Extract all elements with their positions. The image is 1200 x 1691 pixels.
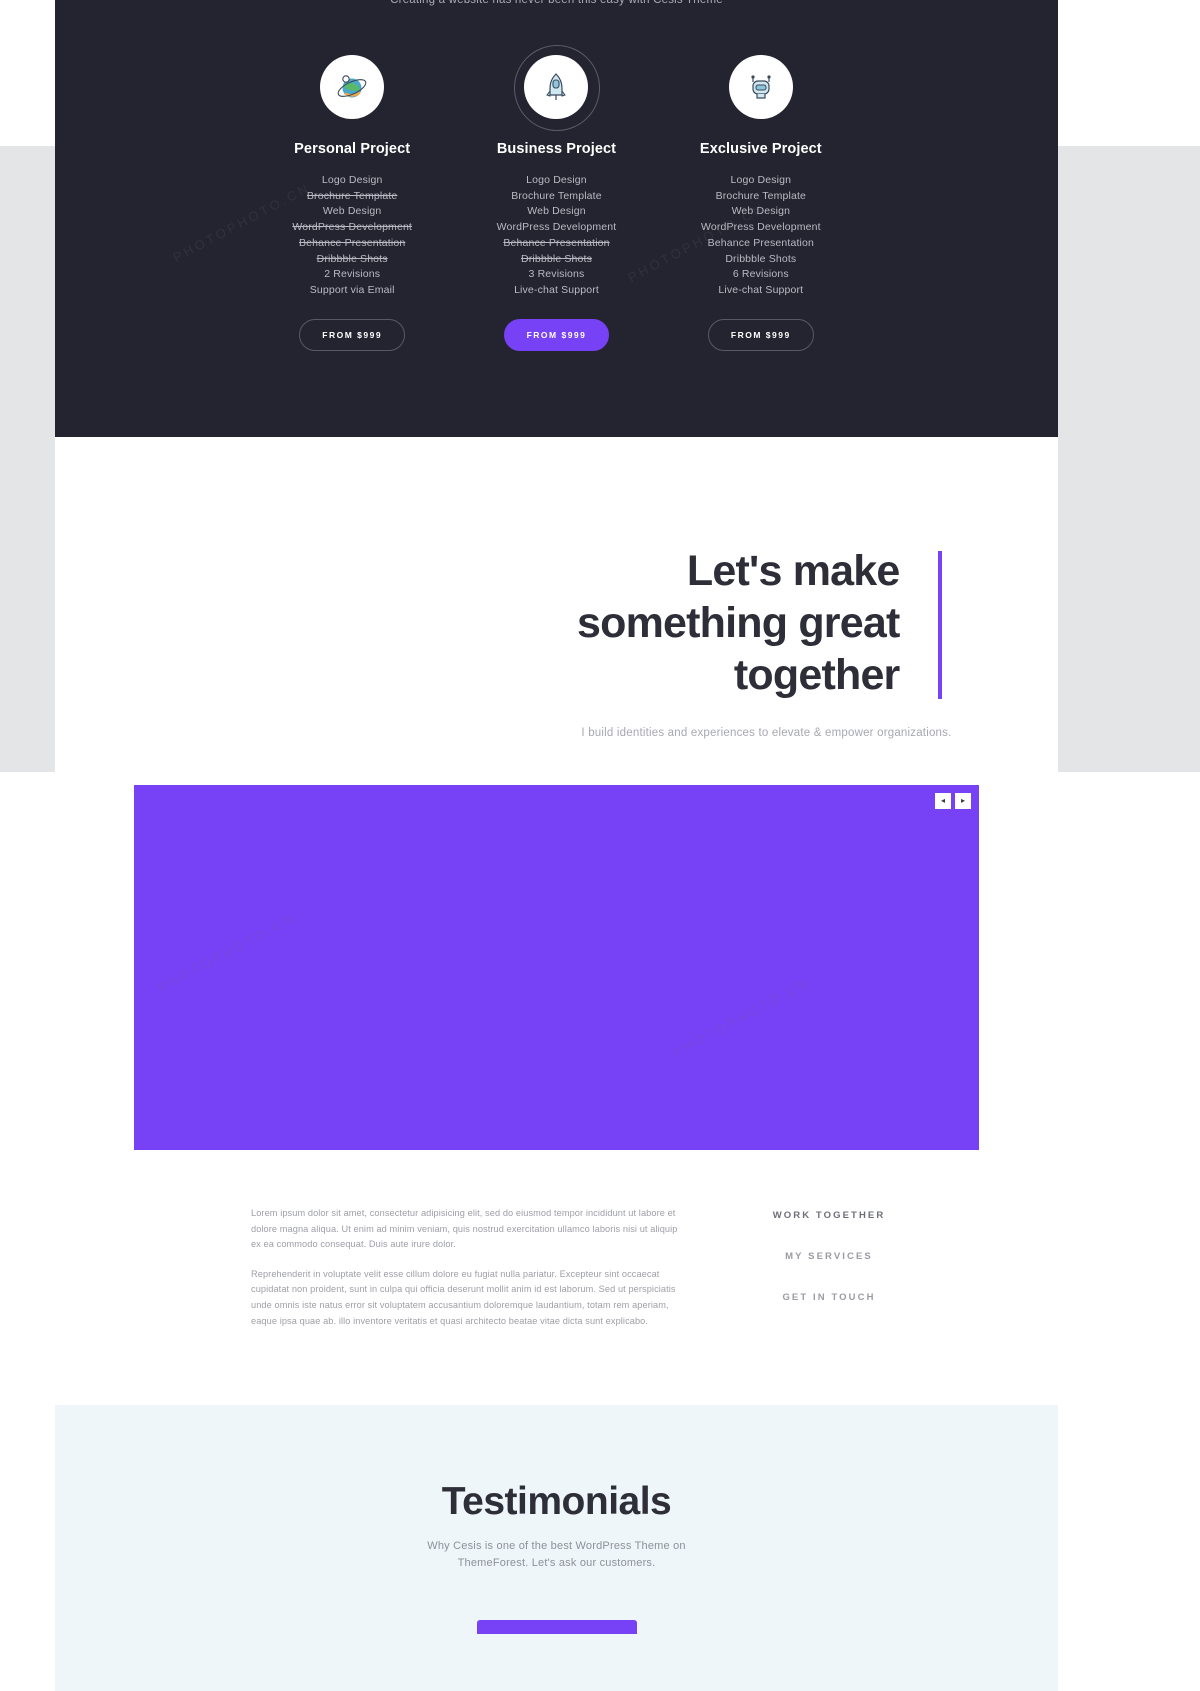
slider-next-icon[interactable]: ▸	[955, 793, 971, 809]
page-title: Let's make something great together	[152, 545, 962, 701]
plan-feature: Logo Design	[730, 174, 792, 186]
plan-feature-list: Logo Design Brochure Template Web Design…	[454, 173, 658, 299]
plan-feature: Logo Design	[526, 174, 587, 186]
rocket-icon	[514, 45, 601, 131]
link-work-together[interactable]: WORK TOGETHER	[679, 1210, 979, 1221]
slider-prev-icon[interactable]: ◂	[935, 793, 951, 809]
pricing-plan-business[interactable]: Business Project Logo Design Brochure Te…	[454, 45, 658, 351]
pricing-section: Creating a website has never been this e…	[55, 0, 1058, 437]
info-links: WORK TOGETHER MY SERVICES GET IN TOUCH	[679, 1206, 979, 1343]
pricing-plan-exclusive[interactable]: Exclusive Project Logo Design Brochure T…	[659, 55, 863, 351]
section-spacer	[55, 1343, 1058, 1406]
plan-feature: 3 Revisions	[528, 268, 585, 281]
plan-feature-list: Logo Design Brochure Template Web Design…	[659, 173, 863, 299]
plan-feature: Brochure Template	[715, 189, 807, 202]
plan-feature: Behance Presentation	[707, 236, 814, 249]
plan-feature: Behance Presentation	[503, 236, 610, 249]
info-paragraphs: Lorem ipsum dolor sit amet, consectetur …	[134, 1206, 679, 1343]
plan-price-button[interactable]: FROM $999	[707, 318, 814, 351]
plan-feature: Web Design	[527, 205, 586, 218]
plan-feature: Dribbble Shots	[521, 252, 592, 265]
plan-title: Business Project	[496, 141, 617, 157]
plan-feature: WordPress Development	[700, 221, 821, 234]
info-paragraph: Reprehenderit in voluptate velit esse ci…	[251, 1268, 676, 1326]
plan-price-button[interactable]: FROM $999	[503, 318, 610, 351]
slider-wrapper: ◂ ▸	[55, 785, 1058, 1150]
plan-feature: 2 Revisions	[324, 268, 381, 281]
testimonials-subtitle: Why Cesis is one of the best WordPress T…	[55, 1538, 1058, 1572]
plan-feature: Live-chat Support	[718, 283, 804, 296]
link-my-services[interactable]: MY SERVICES	[679, 1251, 979, 1262]
plan-feature: Live-chat Support	[514, 283, 599, 296]
slider-nav: ◂ ▸	[935, 793, 971, 809]
info-section: Lorem ipsum dolor sit amet, consectetur …	[55, 1150, 1058, 1344]
info-paragraph: Lorem ipsum dolor sit amet, consectetur …	[251, 1208, 678, 1250]
plan-feature: Dribbble Shots	[316, 252, 388, 265]
plan-title: Exclusive Project	[699, 141, 822, 157]
cta-subtitle: I build identities and experiences to el…	[581, 727, 952, 739]
pricing-plan-personal[interactable]: Personal Project Logo Design Brochure Te…	[250, 55, 454, 351]
plan-feature: Brochure Template	[306, 189, 398, 202]
cta-accent-bar	[937, 551, 942, 699]
cta-section: Let's make something great together I bu…	[55, 437, 1058, 785]
site-content: Creating a website has never been this e…	[55, 0, 1058, 1691]
page-root: Creating a website has never been this e…	[0, 0, 1200, 1691]
link-get-in-touch[interactable]: GET IN TOUCH	[679, 1292, 979, 1303]
plan-feature: 6 Revisions	[732, 268, 789, 281]
plan-feature: Behance Presentation	[299, 236, 406, 249]
testimonials-subtitle-line-2: ThemeForest. Let's ask our customers.	[457, 1557, 656, 1570]
testimonials-subtitle-line-1: Why Cesis is one of the best WordPress T…	[427, 1540, 686, 1553]
plan-feature: Web Design	[731, 205, 791, 218]
globe-rocket-icon	[320, 55, 385, 119]
plan-feature-list: Logo Design Brochure Template Web Design…	[250, 173, 454, 299]
pricing-kicker: Creating a website has never been this e…	[390, 0, 723, 6]
plan-feature: Web Design	[322, 205, 382, 218]
robot-icon	[728, 55, 793, 119]
plan-feature: WordPress Development	[292, 221, 412, 234]
plan-feature: WordPress Development	[496, 221, 617, 234]
plan-feature: Dribbble Shots	[725, 252, 797, 265]
testimonial-card-peek	[476, 1620, 637, 1635]
media-slider[interactable]: ◂ ▸	[134, 785, 979, 1150]
plan-feature: Support via Email	[309, 283, 395, 296]
pricing-plans: Personal Project Logo Design Brochure Te…	[55, 0, 1058, 351]
cta-line-2: something great	[577, 599, 900, 647]
plan-title: Personal Project	[294, 141, 411, 157]
cta-line-1: Let's make	[686, 547, 900, 595]
testimonials-section: Testimonials Why Cesis is one of the bes…	[55, 1405, 1058, 1691]
plan-feature: Brochure Template	[511, 189, 602, 202]
testimonials-heading: Testimonials	[441, 1480, 672, 1524]
plan-price-button[interactable]: FROM $999	[299, 318, 406, 351]
cta-inner: Let's make something great together I bu…	[152, 545, 962, 739]
plan-feature: Logo Design	[321, 174, 383, 186]
cta-line-3: together	[733, 651, 900, 699]
